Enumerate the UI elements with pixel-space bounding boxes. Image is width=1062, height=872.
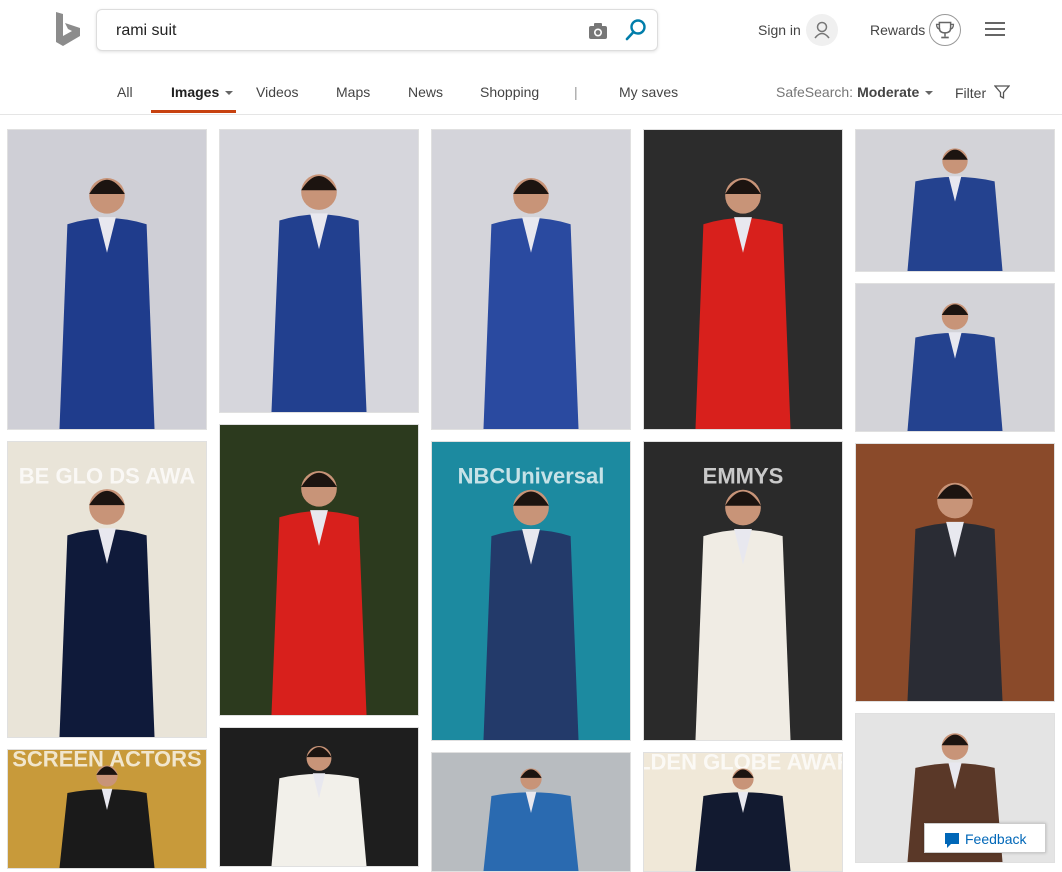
suit-photo (432, 753, 630, 871)
hamburger-menu-icon[interactable] (984, 20, 1006, 38)
safesearch-label: SafeSearch: (776, 84, 854, 100)
header: Sign in Rewards All Images Videos Maps N… (0, 0, 1062, 115)
tab-shopping[interactable]: Shopping (480, 84, 539, 100)
suit-photo (856, 444, 1054, 701)
image-result-7[interactable]: BE GLO DS AWA (7, 441, 207, 738)
image-result-10[interactable]: EMMYS (643, 441, 843, 741)
photo-overlay-text: BE GLO DS AWA (19, 463, 196, 488)
suit-photo (856, 284, 1054, 431)
sign-in-link[interactable]: Sign in (758, 22, 801, 38)
chevron-down-icon (925, 91, 934, 96)
image-result-8[interactable] (219, 424, 419, 716)
user-avatar-icon[interactable] (806, 14, 838, 46)
suit-photo (644, 130, 842, 429)
nav-separator: | (574, 84, 578, 100)
suit-photo (220, 130, 418, 412)
feedback-label: Feedback (965, 831, 1027, 847)
chevron-down-icon (225, 91, 234, 96)
image-result-15[interactable]: GOLDEN GLOBE AWARDS (643, 752, 843, 872)
image-result-5[interactable] (855, 129, 1055, 272)
photo-overlay-text: NBCUniversal (458, 464, 605, 489)
search-input[interactable] (116, 20, 556, 42)
tab-images[interactable]: Images (171, 84, 234, 100)
image-results-grid: BE GLO DS AWA SCREEN ACTORS NBCUniversal… (0, 115, 1062, 872)
photo-overlay-text: EMMYS (703, 464, 784, 489)
tab-all[interactable]: All (117, 84, 133, 100)
tab-my-saves[interactable]: My saves (619, 84, 678, 100)
image-result-12[interactable]: SCREEN ACTORS (7, 749, 207, 869)
chat-bubble-icon (945, 833, 959, 848)
image-result-14[interactable] (431, 752, 631, 872)
suit-photo: GOLDEN GLOBE AWARDS (644, 753, 842, 871)
active-tab-indicator (151, 110, 236, 113)
scope-nav: All Images Videos Maps News Shopping | M… (0, 80, 1062, 114)
filter-label: Filter (955, 85, 987, 101)
tab-images-label: Images (171, 84, 220, 100)
image-result-6[interactable] (855, 283, 1055, 432)
suit-photo: EMMYS (644, 442, 842, 740)
trophy-icon[interactable] (929, 14, 961, 46)
suit-photo: BE GLO DS AWA (8, 442, 206, 737)
filter-icon (993, 85, 1011, 100)
bing-logo[interactable] (54, 12, 82, 48)
suit-photo (856, 130, 1054, 271)
suit-photo (8, 130, 206, 429)
image-result-2[interactable] (219, 129, 419, 413)
image-result-13[interactable] (219, 727, 419, 867)
search-icon[interactable] (624, 18, 648, 42)
tab-maps[interactable]: Maps (336, 84, 370, 100)
camera-icon[interactable] (587, 20, 609, 42)
suit-photo: SCREEN ACTORS (8, 750, 206, 868)
image-result-4[interactable] (643, 129, 843, 430)
rewards-link[interactable]: Rewards (870, 22, 925, 38)
safesearch-value: Moderate (857, 84, 920, 100)
filter-button[interactable]: Filter (955, 84, 1011, 101)
suit-photo (220, 728, 418, 866)
suit-photo (220, 425, 418, 715)
image-result-9[interactable]: NBCUniversal (431, 441, 631, 741)
safesearch-dropdown[interactable]: SafeSearch: Moderate (776, 84, 934, 100)
suit-photo: NBCUniversal (432, 442, 630, 740)
suit-photo (432, 130, 630, 429)
image-result-3[interactable] (431, 129, 631, 430)
search-box (96, 9, 658, 51)
image-result-1[interactable] (7, 129, 207, 430)
feedback-button[interactable]: Feedback (924, 823, 1046, 853)
image-result-11[interactable] (855, 443, 1055, 702)
tab-news[interactable]: News (408, 84, 443, 100)
tab-videos[interactable]: Videos (256, 84, 299, 100)
